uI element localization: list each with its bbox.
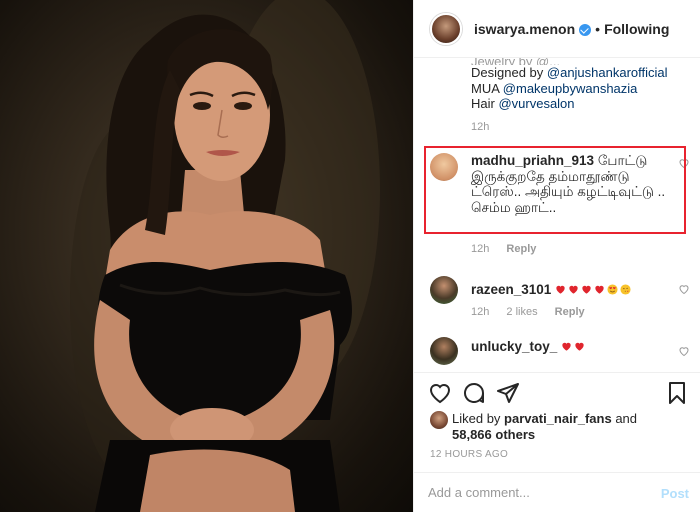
red-heart-emoji-icon <box>595 285 604 294</box>
caption-line-mua: MUA @makeupbywanshazia <box>471 81 691 97</box>
woman-portrait-image <box>70 0 380 512</box>
separator-dot: • <box>595 20 601 37</box>
reply-button[interactable]: Reply <box>555 306 585 318</box>
comment-time[interactable]: 12h <box>471 243 489 255</box>
add-comment-input[interactable] <box>428 485 648 500</box>
post-action-bar <box>414 372 700 412</box>
caption-text: MUA <box>471 80 503 96</box>
likes-conjunction: and <box>611 411 638 426</box>
verified-badge-icon <box>579 23 592 36</box>
profile-avatar[interactable] <box>430 12 462 45</box>
red-heart-emoji-icon <box>569 285 578 294</box>
post-header: iswarya.menon • Following <box>414 0 700 58</box>
reply-button[interactable]: Reply <box>506 243 536 255</box>
post-caption: Jewelry by @... Designed by @anjushankar… <box>471 58 691 112</box>
comment-time[interactable]: 12h <box>471 306 489 318</box>
like-comment-heart-icon[interactable] <box>678 283 690 295</box>
red-heart-emoji-icon <box>556 285 565 294</box>
red-heart-emoji-icon <box>562 342 571 351</box>
liker-username[interactable]: parvati_nair_fans <box>504 411 612 426</box>
likes-summary: Liked by parvati_nair_fans and 58,866 ot… <box>430 408 690 442</box>
post-sidebar: iswarya.menon • Following Jewelry by @..… <box>413 0 700 512</box>
caption-time[interactable]: 12h <box>471 121 489 133</box>
commenter-avatar[interactable] <box>430 337 458 365</box>
post-comment-button[interactable]: Post <box>661 486 689 501</box>
red-heart-emoji-icon <box>575 342 584 351</box>
caption-text: Hair <box>471 96 499 111</box>
kiss-face-emoji-icon <box>620 284 631 295</box>
comment-emojis <box>555 282 633 297</box>
liker-avatar[interactable] <box>430 411 448 429</box>
following-button[interactable]: Following <box>604 21 669 37</box>
commenter-avatar[interactable] <box>430 276 458 304</box>
heart-eyes-emoji-icon <box>607 284 618 295</box>
comment-body: unlucky_toy_ <box>471 339 667 355</box>
comment-bubble-icon[interactable] <box>462 381 486 405</box>
comment-body: razeen_3101 <box>471 282 667 298</box>
comment-likes[interactable]: 2 likes <box>506 306 537 318</box>
save-bookmark-icon[interactable] <box>665 381 689 405</box>
comment-emojis <box>561 339 587 354</box>
comment-username[interactable]: unlucky_toy_ <box>471 339 557 354</box>
comment-meta: 12h 2 likes Reply <box>471 306 599 318</box>
caption-line-hair: Hair @vurvesalon <box>471 96 691 112</box>
caption-text: Designed by <box>471 65 547 80</box>
mention-link[interactable]: @vurvesalon <box>498 96 574 111</box>
comment-meta: 12h Reply <box>471 243 550 255</box>
mention-link[interactable]: @makeupbywanshazia <box>503 81 638 96</box>
like-heart-icon[interactable] <box>428 381 452 405</box>
likes-text: Liked by parvati_nair_fans and 58,866 ot… <box>452 411 637 443</box>
post-timestamp[interactable]: 12 HOURS AGO <box>430 449 508 460</box>
likes-count[interactable]: 58,866 others <box>452 427 535 442</box>
mention-link[interactable]: @anjushankarofficial <box>547 65 668 80</box>
share-send-icon[interactable] <box>496 381 520 405</box>
caption-truncated-line: Jewelry by @... <box>471 58 691 65</box>
add-comment-bar: Post <box>414 472 700 512</box>
like-comment-heart-icon[interactable] <box>678 345 690 357</box>
caption-line-designer: Designed by @anjushankarofficial <box>471 65 691 81</box>
highlight-box <box>424 146 686 234</box>
post-photo[interactable] <box>0 0 413 512</box>
likes-prefix: Liked by <box>452 411 505 426</box>
red-heart-emoji-icon <box>582 285 591 294</box>
comment-username[interactable]: razeen_3101 <box>471 282 551 297</box>
profile-username[interactable]: iswarya.menon <box>474 21 575 37</box>
